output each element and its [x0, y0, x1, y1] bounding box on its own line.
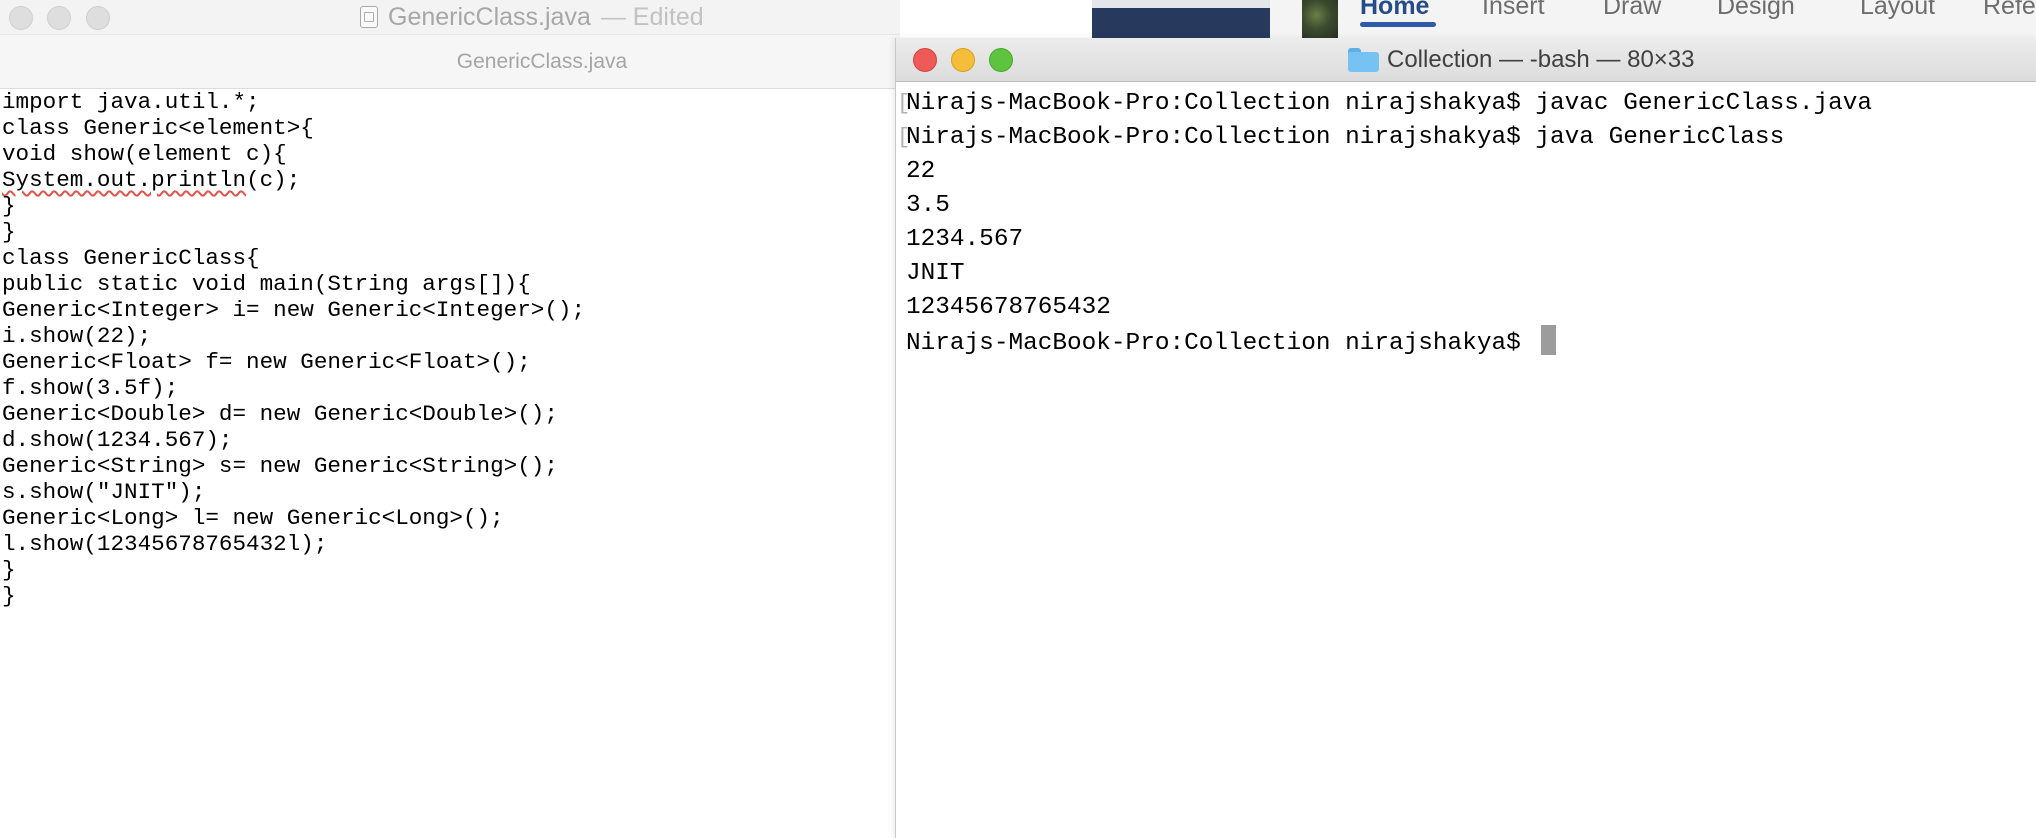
code-line: void show(element c){: [2, 141, 287, 167]
text-cursor: [1541, 325, 1557, 355]
ribbon-tab-design[interactable]: Design: [1717, 0, 1795, 21]
code-line: Generic<Long> l= new Generic<Long>();: [2, 505, 504, 531]
textedit-window-title: GenericClass.java — Edited: [360, 2, 704, 32]
code-line: public static void main(String args[]){: [2, 271, 531, 297]
ribbon-tab-insert[interactable]: Insert: [1482, 0, 1545, 21]
code-line: class GenericClass{: [2, 245, 260, 271]
terminal-title-text: Collection — -bash — 80×33: [1387, 46, 1695, 73]
code-line: i.show(22);: [2, 323, 152, 349]
textedit-title-text: GenericClass.java: [388, 2, 591, 31]
textedit-tab-bar: GenericClass.java: [0, 34, 900, 89]
code-line: f.show(3.5f);: [2, 375, 179, 401]
terminal-line: 12345678765432: [906, 294, 1111, 321]
code-line-rest: (c);: [246, 167, 301, 193]
code-line: Generic<Double> d= new Generic<Double>()…: [2, 401, 558, 427]
spellcheck-underline-text: System.out.println: [2, 167, 247, 193]
zoom-button-inactive[interactable]: [86, 6, 110, 30]
terminal-prompt: Nirajs-MacBook-Pro:Collection nirajshaky…: [906, 330, 1536, 357]
terminal-line: JNIT: [906, 260, 965, 287]
close-button[interactable]: [913, 48, 937, 72]
code-line: Generic<Float> f= new Generic<Float>();: [2, 349, 531, 375]
active-tab-indicator: [1360, 22, 1436, 27]
terminal-line: 22: [906, 158, 936, 185]
code-line: }: [2, 193, 16, 219]
minimize-button[interactable]: [951, 48, 975, 72]
ribbon-tab-references[interactable]: Refe: [1983, 0, 2036, 21]
terminal-line: Nirajs-MacBook-Pro:Collection nirajshaky…: [906, 87, 2026, 121]
code-line: import java.util.*;: [2, 89, 260, 115]
terminal-line: 1234.567: [906, 226, 1024, 253]
document-icon: [360, 6, 378, 28]
minimize-button-inactive[interactable]: [47, 6, 71, 30]
ribbon-tab-home[interactable]: Home: [1360, 0, 1429, 21]
terminal-window-title: Collection — -bash — 80×33: [1348, 44, 1695, 76]
code-line: s.show("JNIT");: [2, 479, 206, 505]
textedit-titlebar: GenericClass.java — Edited: [0, 0, 900, 34]
code-line: class Generic<element>{: [2, 115, 314, 141]
edited-status: — Edited: [600, 2, 704, 31]
terminal-output[interactable]: Nirajs-MacBook-Pro:Collection nirajshaky…: [906, 87, 2026, 827]
terminal-titlebar: Collection — -bash — 80×33: [896, 38, 2036, 82]
close-button-inactive[interactable]: [9, 6, 33, 30]
code-line: l.show(12345678765432l);: [2, 531, 328, 557]
code-line: }: [2, 219, 16, 245]
code-line: d.show(1234.567);: [2, 427, 233, 453]
folder-icon: [1348, 48, 1379, 72]
code-line-misspelled: System.out.println(c);: [2, 167, 892, 193]
word-image-thumbnail: [1302, 0, 1338, 38]
ribbon-tab-draw[interactable]: Draw: [1603, 0, 1661, 21]
code-line: }: [2, 583, 16, 609]
ribbon-tab-layout[interactable]: Layout: [1860, 0, 1935, 21]
code-editor[interactable]: import java.util.*; class Generic<elemen…: [2, 89, 892, 838]
terminal-prompt-line[interactable]: Nirajs-MacBook-Pro:Collection nirajshaky…: [906, 325, 2026, 359]
word-document-thumbnail: [1092, 0, 1270, 38]
code-line: }: [2, 557, 16, 583]
terminal-line: 3.5: [906, 192, 950, 219]
terminal-line: Nirajs-MacBook-Pro:Collection nirajshaky…: [906, 121, 2026, 155]
terminal-window: Collection — -bash — 80×33 Nirajs-MacBoo…: [895, 38, 2036, 838]
code-line: Generic<Integer> i= new Generic<Integer>…: [2, 297, 586, 323]
zoom-button[interactable]: [989, 48, 1013, 72]
code-line: Generic<String> s= new Generic<String>()…: [2, 453, 558, 479]
